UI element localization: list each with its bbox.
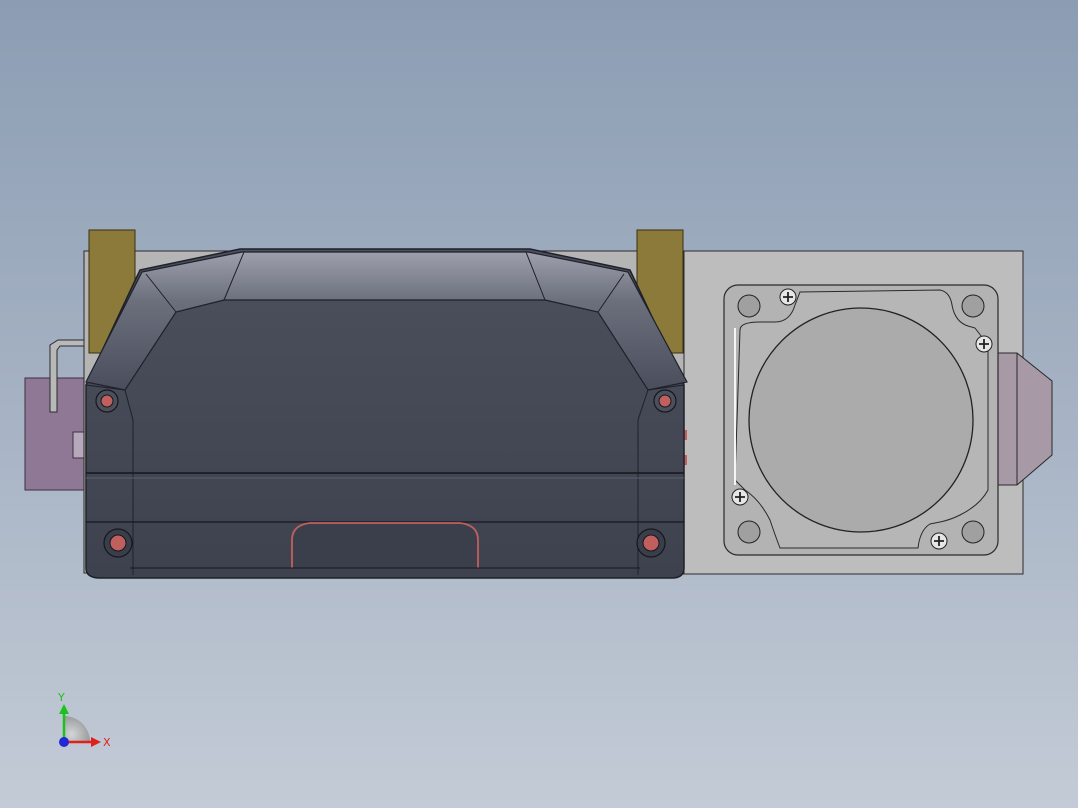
- triad-plane-icon: [64, 716, 90, 742]
- handheld-pendant-housing[interactable]: [85, 248, 688, 579]
- screw-icon: [636, 528, 666, 558]
- cable-connector[interactable]: [24, 339, 89, 491]
- grip-cutout: [291, 522, 479, 568]
- x-axis-label: X: [103, 736, 111, 749]
- screw-icon: [731, 488, 749, 506]
- model-canvas[interactable]: Y X: [0, 0, 1078, 808]
- z-axis-icon: [59, 737, 69, 747]
- screw-icon: [103, 528, 133, 558]
- y-axis-label: Y: [57, 691, 65, 704]
- mount-hole-icon: [961, 294, 985, 318]
- screw-icon: [779, 288, 797, 306]
- mount-hole-icon: [961, 520, 985, 544]
- screw-icon: [975, 335, 993, 353]
- mount-hole-icon: [737, 294, 761, 318]
- reference-triad[interactable]: Y X: [57, 691, 111, 749]
- servo-motor-flange[interactable]: [723, 284, 999, 556]
- screw-icon: [95, 389, 119, 413]
- graphics-viewport[interactable]: Y X: [0, 0, 1078, 808]
- screw-icon: [930, 532, 948, 550]
- motor-face-icon: [748, 307, 974, 533]
- screw-icon: [653, 389, 677, 413]
- mount-hole-icon: [737, 520, 761, 544]
- motor-connector-tab[interactable]: [995, 352, 1053, 486]
